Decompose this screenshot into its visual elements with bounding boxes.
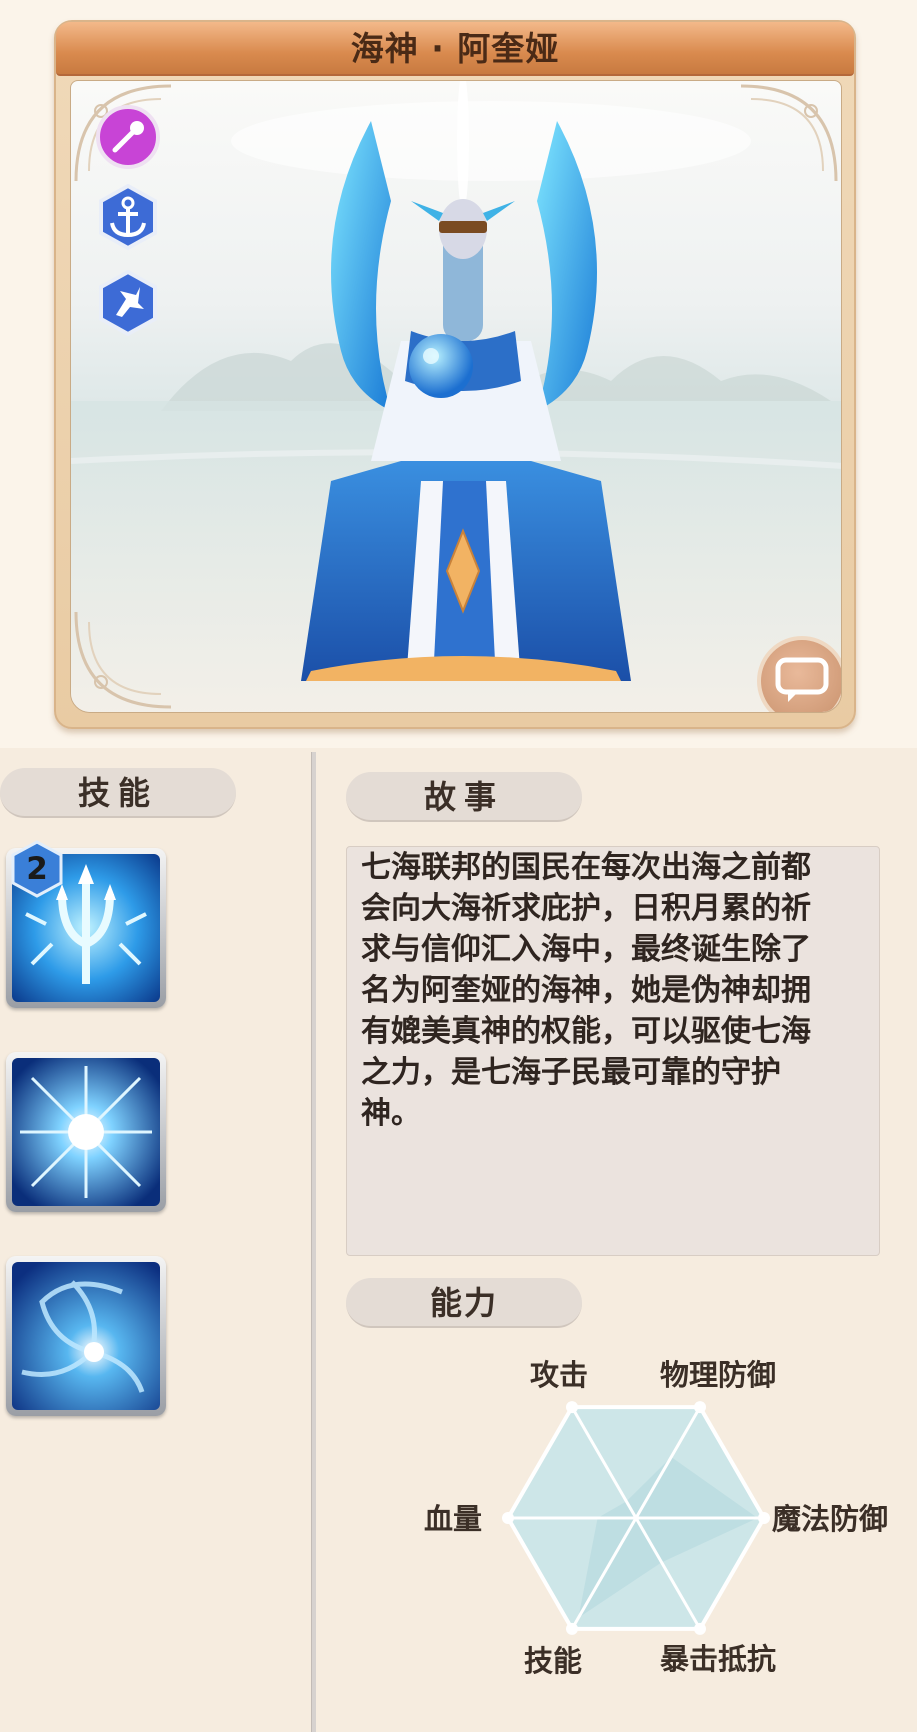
radar-vertex-dot xyxy=(566,1622,578,1635)
radar-vertex-dot xyxy=(694,1622,706,1635)
radar-vertex-dot xyxy=(694,1401,706,1414)
radar-label-crit-resist: 暴击抵抗 xyxy=(660,1642,777,1676)
radar-label-hp: 血量 xyxy=(424,1502,483,1536)
radar-vertex-dot xyxy=(502,1512,514,1524)
radar-label-skill: 技能 xyxy=(524,1644,583,1678)
radar-label-attack: 攻击 xyxy=(530,1358,589,1392)
radar-vertex-dot xyxy=(566,1401,578,1414)
radar-label-physical-defense: 物理防御 xyxy=(660,1358,777,1392)
ability-radar-chart xyxy=(502,1401,770,1635)
radar-vertex-dot xyxy=(758,1512,770,1524)
radar-label-magic-defense: 魔法防御 xyxy=(772,1502,889,1536)
